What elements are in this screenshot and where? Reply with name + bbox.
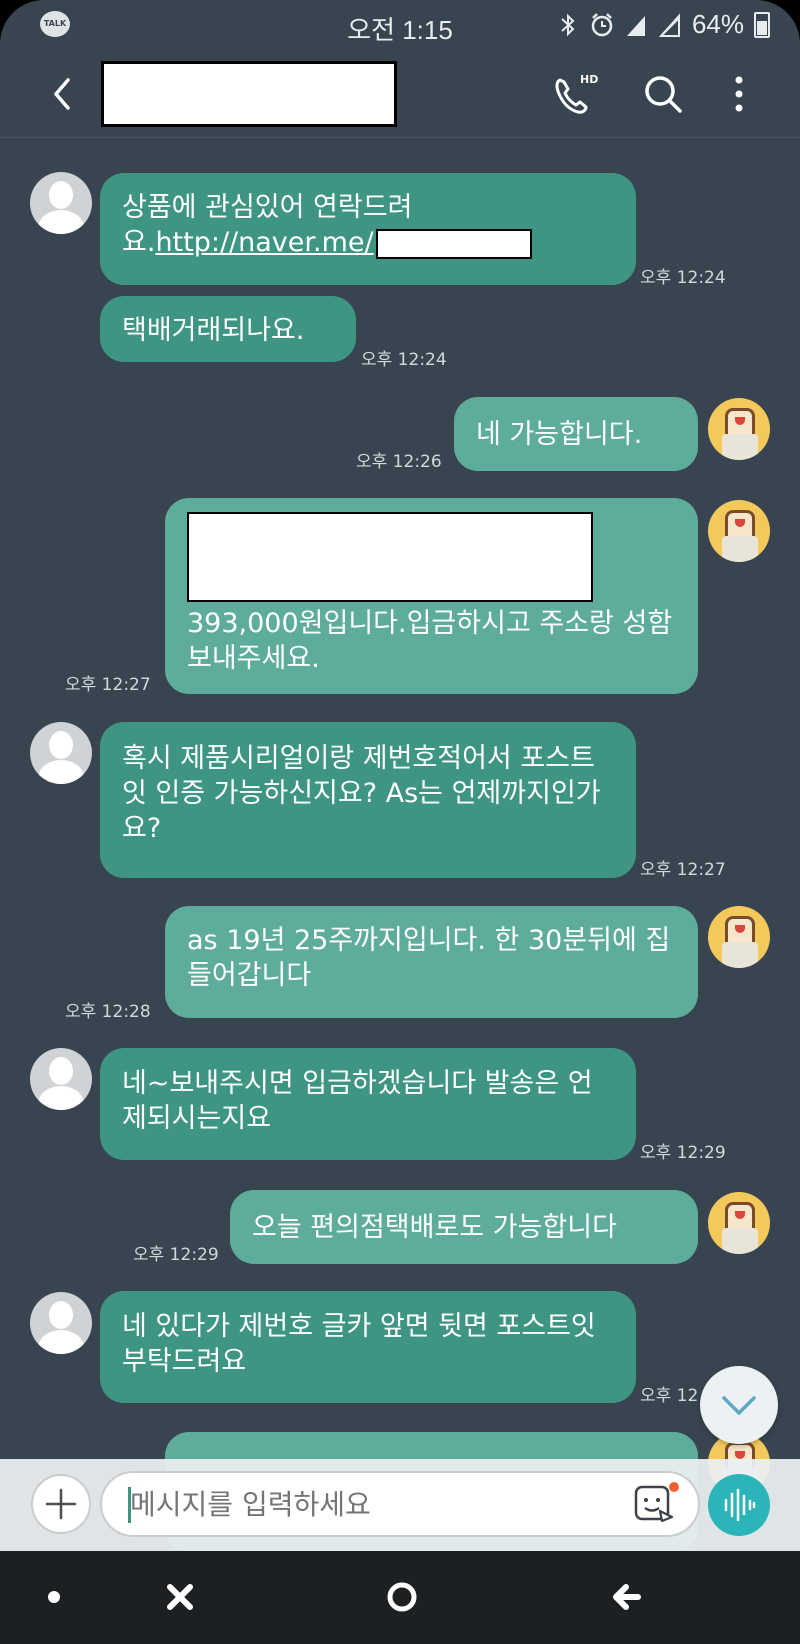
status-icons: 64% <box>556 9 770 40</box>
my-avatar[interactable] <box>708 906 770 968</box>
nav-home-icon[interactable] <box>374 1569 430 1625</box>
message-bubble-incoming[interactable]: 혹시 제품시리얼이랑 제번호적어서 포스트잇 인증 가능하신지요? As는 언제… <box>100 722 636 878</box>
search-icon[interactable] <box>636 66 690 122</box>
redacted-product-name <box>187 512 593 602</box>
message-time: 오후 12:27 <box>640 860 726 880</box>
friend-avatar[interactable] <box>30 1048 92 1110</box>
chat-title-redacted <box>101 61 397 127</box>
message-text: 393,000원입니다.입금하시고 주소랑 성함 보내주세요. <box>187 608 673 674</box>
friend-avatar[interactable] <box>30 172 92 234</box>
alarm-icon <box>591 12 613 36</box>
my-avatar[interactable] <box>708 398 770 460</box>
message-input-bar <box>0 1459 800 1551</box>
text-cursor <box>128 1487 131 1523</box>
back-icon[interactable] <box>40 66 90 122</box>
message-time: 오후 12:24 <box>361 350 447 370</box>
redacted-link-path <box>375 228 532 259</box>
message-bubble-incoming[interactable]: 네 있다가 제번호 글카 앞면 뒷면 포스트잇 부탁드려요 <box>100 1291 636 1403</box>
nav-back-icon[interactable] <box>600 1569 656 1625</box>
no-signal-icon <box>658 12 680 37</box>
nav-dot-icon[interactable] <box>26 1569 82 1625</box>
message-time: 오후 12:26 <box>356 452 442 472</box>
status-bar: TALK 오전 1:15 64% <box>0 0 800 50</box>
voice-icon <box>724 1488 756 1522</box>
signal-icon <box>626 15 645 36</box>
friend-avatar[interactable] <box>30 1292 92 1354</box>
chat-header: HD <box>0 50 800 138</box>
message-bubble-outgoing[interactable]: as 19년 25주까지입니다. 한 30분뒤에 집들어갑니다 <box>165 906 698 1018</box>
hd-call-icon[interactable]: HD <box>546 66 600 122</box>
message-bubble-incoming[interactable]: 네~보내주시면 입금하겠습니다 발송은 언제되시는지요 <box>100 1048 636 1160</box>
chevron-down-icon <box>722 1396 756 1415</box>
bluetooth-icon <box>561 13 575 36</box>
message-bubble-incoming[interactable]: 상품에 관심있어 연락드려요.http://naver.me/ <box>100 173 636 285</box>
message-bubble-outgoing[interactable]: 오늘 편의점택배로도 가능합니다 <box>230 1190 698 1264</box>
message-time: 오후 12:28 <box>65 1002 151 1022</box>
message-time: 오후 12:29 <box>640 1143 726 1163</box>
more-icon[interactable] <box>718 66 772 122</box>
plus-icon <box>45 1488 77 1520</box>
message-time: 오후 12 <box>640 1386 699 1406</box>
my-avatar[interactable] <box>708 1192 770 1254</box>
plus-button[interactable] <box>31 1474 91 1534</box>
scroll-to-bottom-button[interactable] <box>700 1366 778 1444</box>
nav-close-icon[interactable] <box>152 1569 208 1625</box>
message-time: 오후 12:27 <box>65 675 151 695</box>
hd-badge: HD <box>580 73 598 86</box>
message-time: 오후 12:29 <box>133 1245 219 1265</box>
message-link[interactable]: http://naver.me/ <box>155 227 373 258</box>
my-avatar[interactable] <box>708 500 770 562</box>
emoticon-icon[interactable] <box>632 1481 682 1527</box>
system-nav-bar <box>0 1551 800 1644</box>
chat-screen: TALK 오전 1:15 64% HD 상품에 관심있어 연락드려요.http:… <box>0 0 800 1644</box>
message-bubble-incoming[interactable]: 택배거래되나요. <box>100 296 356 362</box>
message-input[interactable] <box>100 1471 700 1537</box>
message-time: 오후 12:24 <box>640 268 726 288</box>
message-bubble-outgoing[interactable]: 393,000원입니다.입금하시고 주소랑 성함 보내주세요. <box>165 498 698 694</box>
friend-avatar[interactable] <box>30 722 92 784</box>
voice-button[interactable] <box>708 1474 770 1536</box>
message-bubble-outgoing[interactable]: 네 가능합니다. <box>454 397 698 471</box>
battery-text: 64% <box>691 9 744 39</box>
battery-icon <box>754 11 770 38</box>
